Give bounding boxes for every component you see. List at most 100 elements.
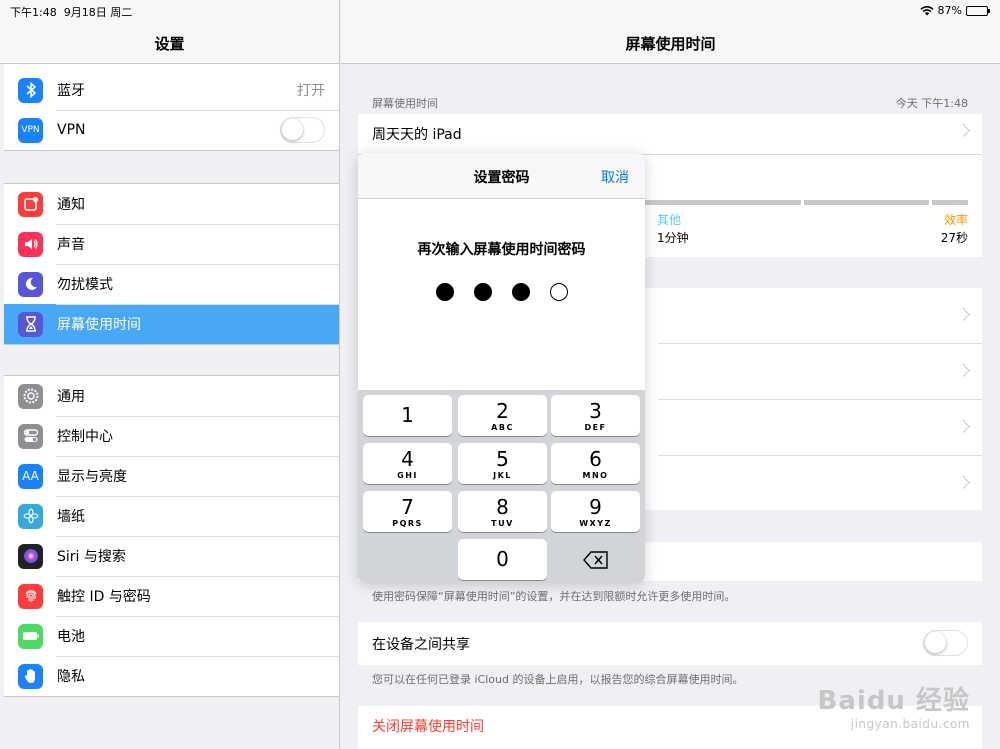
sidebar-item-sounds[interactable]: 声音 — [4, 224, 339, 264]
watermark-url: jingyan.baidu.com — [850, 717, 970, 731]
share-toggle[interactable] — [923, 630, 968, 656]
sidebar-item-label: 屏幕使用时间 — [57, 317, 141, 333]
sidebar-item-control-center[interactable]: 控制中心 — [4, 416, 339, 456]
sidebar-item-touch-id[interactable]: 触控 ID 与密码 — [4, 576, 339, 616]
status-time-date: 下午1:48 9月18日 周二 — [10, 4, 132, 20]
sidebar-item-battery[interactable]: 电池 — [4, 616, 339, 656]
wifi-icon — [919, 5, 934, 15]
sidebar-item-label: 通用 — [57, 389, 85, 405]
sidebar-item-siri[interactable]: Siri 与搜索 — [4, 536, 339, 576]
key-2[interactable]: 2 ABC — [458, 395, 547, 436]
sidebar-group-notifications: 通知声音 勿扰模式屏幕使用时间 — [4, 183, 339, 345]
chevron-right-icon — [957, 476, 970, 489]
key-letters: GHI — [397, 471, 418, 480]
passcode-note: 使用密码保障“屏幕使用时间”的设置，并在达到限额时允许更多使用时间。 — [372, 590, 736, 603]
key-letters: PQRS — [392, 519, 423, 528]
category-productivity-value: 27秒 — [940, 231, 968, 245]
category-other-value: 1分钟 — [657, 231, 689, 245]
cancel-button[interactable]: 取消 — [601, 167, 629, 187]
sidebar-item-screen-time[interactable]: 屏幕使用时间 — [4, 304, 339, 344]
usage-section-header: 屏幕使用时间 — [372, 97, 438, 110]
chevron-right-icon — [957, 420, 970, 433]
siri-icon — [18, 543, 43, 569]
passcode-prompt: 再次输入屏幕使用时间密码 — [417, 242, 586, 258]
sidebar-item-label: VPN — [57, 122, 86, 138]
key-digit: 8 — [496, 495, 509, 519]
sidebar-item-general[interactable]: 通用 — [4, 376, 339, 416]
watermark-brand: Baidu 经验 — [817, 686, 970, 716]
bluetooth-icon — [18, 77, 43, 103]
battery-status-icon — [966, 5, 990, 16]
flower-icon — [18, 503, 43, 529]
key-letters: MNO — [582, 471, 609, 480]
usage-timestamp: 今天 下午1:48 — [895, 97, 968, 110]
category-productivity: 效率 27秒 — [941, 211, 968, 246]
key-digit: 7 — [401, 495, 414, 519]
sidebar-item-label: 通知 — [57, 197, 85, 213]
key-digit: 0 — [496, 547, 509, 571]
device-row[interactable]: 周天天的 iPad — [358, 114, 982, 154]
sidebar-item-label: 控制中心 — [57, 429, 113, 445]
passcode-dialog: 设置密码 取消 再次输入屏幕使用时间密码 1 2 ABC 3 DEF 4 GHI 5 JKL 6 M… — [358, 153, 645, 583]
key-3[interactable]: 3 DEF — [551, 395, 640, 436]
share-row: 在设备之间共享 — [358, 622, 982, 665]
key-digit: 9 — [589, 495, 602, 519]
chevron-right-icon — [957, 364, 970, 377]
fingerprint-icon — [18, 583, 43, 609]
sidebar-item-notifications[interactable]: 通知 — [4, 184, 339, 224]
delete-key[interactable] — [551, 539, 640, 580]
toggle-knob — [282, 119, 303, 140]
backspace-icon — [582, 551, 608, 569]
usage-bar-segment — [932, 200, 968, 205]
sidebar-item-label: 墙纸 — [57, 509, 85, 525]
sidebar-item-value: 打开 — [297, 83, 325, 99]
key-7[interactable]: 7 PQRS — [363, 491, 452, 532]
sidebar-item-label: 显示与亮度 — [57, 469, 127, 485]
baidu-watermark: Baidu 经验 jingyan.baidu.com — [818, 680, 970, 731]
sidebar-item-label: 触控 ID 与密码 — [57, 589, 151, 605]
key-letters: TUV — [491, 519, 514, 528]
passcode-dots — [358, 283, 645, 301]
sidebar-group-general: 通用控制中心 AA 显示与亮度墙纸 Siri 与搜索触控 ID 与密码电池隐私 — [4, 375, 339, 697]
key-digit: 6 — [589, 447, 602, 471]
sidebar-item-label: 隐私 — [57, 669, 85, 685]
sidebar-item-label: 蓝牙 — [57, 83, 85, 99]
speaker-icon — [18, 231, 43, 257]
sidebar-group-connectivity: 蓝牙 打开 VPN VPN — [4, 70, 339, 151]
sidebar-item-dnd[interactable]: 勿扰模式 — [4, 264, 339, 304]
sidebar-item-privacy[interactable]: 隐私 — [4, 656, 339, 696]
switches-icon — [18, 423, 43, 449]
usage-bar-segment — [804, 200, 930, 205]
group-gap — [0, 345, 339, 375]
share-label: 在设备之间共享 — [372, 636, 470, 653]
key-4[interactable]: 4 GHI — [363, 443, 452, 484]
vpn-icon: VPN — [18, 117, 43, 143]
sidebar-item-display[interactable]: AA 显示与亮度 — [4, 456, 339, 496]
key-letters: JKL — [493, 471, 512, 480]
key-letters: ABC — [491, 423, 514, 432]
key-0[interactable]: 0 — [458, 539, 547, 580]
sidebar-item-label: Siri 与搜索 — [57, 549, 126, 565]
key-9[interactable]: 9 WXYZ — [551, 491, 640, 532]
settings-sidebar: 设置 蓝牙 打开 VPN VPN 通知声音 勿扰模式屏幕使用时间 通用控制中心 AA 显示与… — [0, 0, 340, 749]
passcode-dot — [511, 283, 530, 301]
status-time: 下午1:48 — [10, 6, 57, 19]
gear-icon — [18, 383, 43, 409]
key-1[interactable]: 1 — [363, 395, 452, 436]
key-letters: WXYZ — [579, 519, 612, 528]
chevron-right-icon — [957, 308, 970, 321]
key-6[interactable]: 6 MNO — [551, 443, 640, 484]
sidebar-item-wallpaper[interactable]: 墙纸 — [4, 496, 339, 536]
key-letters: DEF — [584, 423, 607, 432]
key-digit: 3 — [589, 399, 602, 423]
sidebar-item-bluetooth[interactable]: 蓝牙 打开 — [4, 70, 339, 110]
vpn-toggle[interactable] — [280, 117, 325, 143]
key-8[interactable]: 8 TUV — [458, 491, 547, 532]
sidebar-item-vpn[interactable]: VPN VPN — [4, 110, 339, 150]
key-digit: 5 — [496, 447, 509, 471]
main-title: 屏幕使用时间 — [625, 35, 716, 53]
hourglass-icon — [18, 311, 43, 337]
sidebar-title: 设置 — [154, 35, 185, 53]
key-5[interactable]: 5 JKL — [458, 443, 547, 484]
key-digit: 2 — [496, 399, 509, 423]
